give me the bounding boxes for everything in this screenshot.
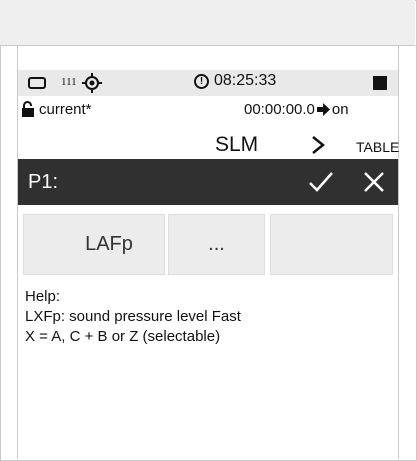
option-label: LAFp xyxy=(85,233,133,255)
battery-outline-icon xyxy=(28,77,46,89)
lock-open-icon xyxy=(22,101,34,117)
parameter-bar: P1: xyxy=(18,159,398,205)
elapsed-time: 00:00:00.0 xyxy=(244,101,315,118)
next-view-link[interactable]: TABLE xyxy=(356,139,399,155)
help-line: LXFp: sound pressure level Fast xyxy=(25,308,241,325)
option-tile-empty[interactable] xyxy=(270,214,393,275)
help-text: Help: LXFp: sound pressure level Fast X … xyxy=(25,287,241,347)
help-heading: Help: xyxy=(25,288,61,305)
option-tile-more[interactable]: ... xyxy=(168,214,265,275)
device-screen: 111 ! 08:25:33 current* 00:00:00.0 on SLM … xyxy=(18,70,399,454)
chevron-right-icon[interactable] xyxy=(311,136,325,154)
mode-title: SLM xyxy=(215,133,259,156)
right-divider xyxy=(398,46,399,459)
clock-text: 08:25:33 xyxy=(214,72,277,89)
parameter-title: P1: xyxy=(28,171,59,193)
clock: ! 08:25:33 xyxy=(194,72,276,90)
alert-icon: ! xyxy=(194,74,209,89)
status-bar: 111 ! 08:25:33 xyxy=(18,70,398,96)
signal-count: 111 xyxy=(61,76,77,88)
run-state: on xyxy=(331,101,349,118)
close-icon[interactable] xyxy=(363,171,385,193)
elapsed-timer: 00:00:00.0 on xyxy=(244,101,349,118)
option-tile-lafp[interactable]: LAFp xyxy=(23,214,165,275)
help-line: X = A, C + B or Z (selectable) xyxy=(25,328,221,345)
file-name[interactable]: current* xyxy=(39,101,92,118)
option-tiles: LAFp ... xyxy=(18,214,398,275)
header-band xyxy=(0,0,415,46)
gps-icon xyxy=(82,73,102,93)
checkmark-icon[interactable] xyxy=(308,170,334,194)
stop-square-icon[interactable] xyxy=(373,76,387,90)
option-label: ... xyxy=(208,233,225,255)
arrow-right-icon xyxy=(316,103,330,116)
